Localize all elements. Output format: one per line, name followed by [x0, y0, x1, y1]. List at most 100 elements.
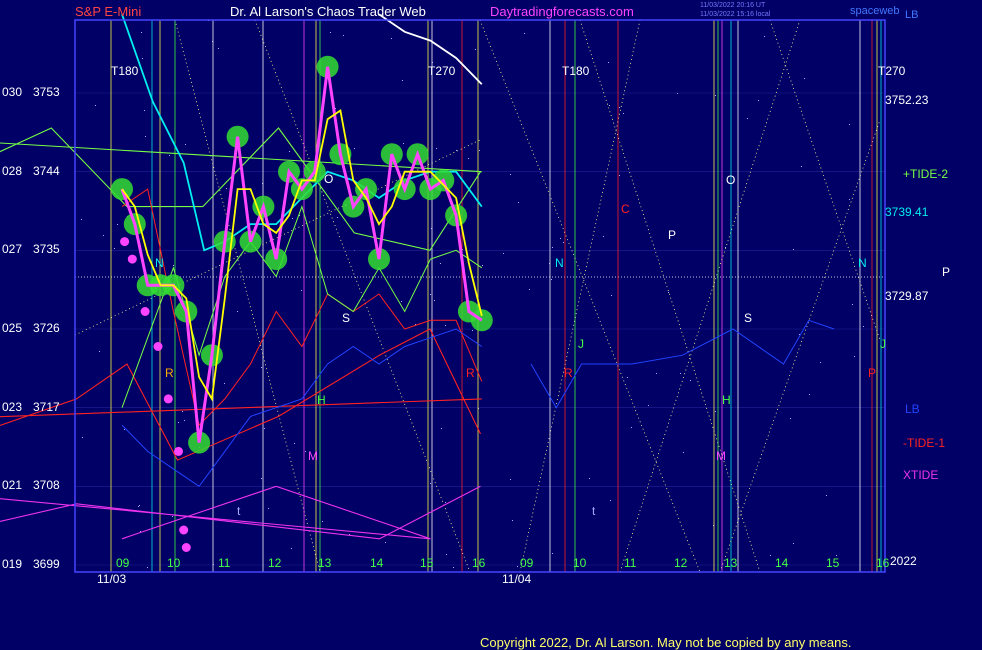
star	[305, 451, 306, 452]
star	[517, 566, 518, 567]
star	[524, 33, 525, 34]
star	[147, 567, 148, 568]
star	[139, 505, 140, 506]
star	[354, 148, 355, 149]
star	[322, 521, 323, 522]
time-cycle-lines	[110, 20, 882, 572]
star	[610, 500, 611, 501]
site-link[interactable]: Daytradingforecasts.com	[490, 4, 634, 19]
star	[330, 32, 331, 33]
series-lb-right	[530, 319, 835, 409]
star	[294, 443, 295, 444]
star	[178, 422, 179, 423]
star	[81, 219, 82, 220]
hour-tick-label: 14	[775, 556, 789, 570]
letter-marker: R	[466, 366, 475, 380]
diagonal-line	[479, 19, 701, 573]
hour-tick-label: 12	[674, 556, 688, 570]
star	[456, 150, 457, 151]
star	[441, 428, 442, 429]
date-label: 11/03	[97, 572, 127, 586]
cycle-tick-label: 023	[2, 399, 23, 414]
price-point	[163, 394, 173, 404]
chart-title: Dr. Al Larson's Chaos Trader Web	[230, 4, 426, 19]
letter-marker: R	[165, 366, 174, 380]
letter-marker: R	[564, 366, 573, 380]
price-point	[181, 543, 191, 552]
star	[563, 242, 564, 243]
star	[403, 143, 404, 144]
instrument-title: S&P E-Mini	[75, 4, 142, 19]
star	[169, 155, 170, 156]
star	[391, 38, 392, 39]
letter-marker: O	[324, 172, 333, 186]
timestamp-utc: 11/03/2022 20:16 UT	[700, 2, 766, 9]
letter-marker: H	[317, 393, 326, 407]
star	[184, 420, 185, 421]
price-tick-label: 3708	[33, 478, 60, 493]
p-label: P	[942, 265, 951, 279]
star	[826, 495, 827, 496]
diagonal-line	[619, 19, 801, 573]
price-point	[174, 446, 183, 456]
star	[852, 304, 853, 305]
star	[627, 377, 628, 378]
hour-tick-label: 15	[420, 556, 434, 570]
price-high-label: 3752.23	[885, 93, 929, 107]
plus-tide2-label: +TIDE-2	[903, 167, 949, 181]
price-tick-label: 3735	[33, 242, 60, 257]
diagonal-line	[174, 19, 321, 573]
star	[510, 174, 511, 175]
star	[261, 478, 262, 479]
star	[512, 520, 513, 521]
letter-marker: C	[621, 202, 630, 216]
star	[849, 124, 850, 125]
minus-tide1-label: -TIDE-1	[903, 436, 945, 450]
hour-tick-label: 09	[116, 556, 130, 570]
star	[124, 429, 125, 430]
star	[793, 249, 794, 250]
star	[445, 325, 446, 326]
star	[268, 508, 269, 509]
star	[623, 113, 624, 114]
star	[468, 158, 469, 159]
star	[770, 555, 771, 556]
hour-tick-label: 16	[876, 556, 890, 570]
star	[668, 292, 669, 293]
star	[301, 290, 302, 291]
letter-marker: J	[880, 337, 886, 351]
star	[849, 199, 850, 200]
letter-marker: M	[716, 449, 726, 463]
star	[619, 107, 620, 108]
star	[145, 136, 146, 137]
star	[801, 166, 802, 167]
star	[680, 373, 681, 374]
star	[446, 554, 447, 555]
star	[715, 411, 716, 412]
lb-top-label: LB	[905, 9, 919, 21]
star	[683, 452, 684, 453]
date-label: 11/04	[502, 572, 532, 586]
star	[648, 405, 649, 406]
letter-marker: P	[668, 228, 676, 242]
price-tick-label: 3726	[33, 321, 60, 335]
star	[337, 217, 338, 218]
cycle-marker-label: T270	[878, 64, 906, 78]
price-point	[153, 342, 163, 351]
star	[117, 224, 118, 225]
star	[764, 36, 765, 37]
star	[292, 218, 293, 219]
cycle-tick-label: 030	[2, 85, 23, 99]
price-tick-label: 3744	[33, 163, 60, 178]
letter-marker: S	[342, 311, 350, 325]
letter-marker: M	[308, 449, 318, 463]
star	[479, 150, 480, 151]
hour-tick-label: 12	[268, 556, 282, 570]
star	[138, 506, 139, 507]
star	[343, 35, 344, 36]
price-tick-label: 3753	[33, 85, 60, 99]
star	[434, 300, 435, 301]
hour-tick-label: 14	[370, 556, 384, 570]
star	[172, 516, 173, 517]
cycle-tick-label: 025	[2, 321, 23, 335]
